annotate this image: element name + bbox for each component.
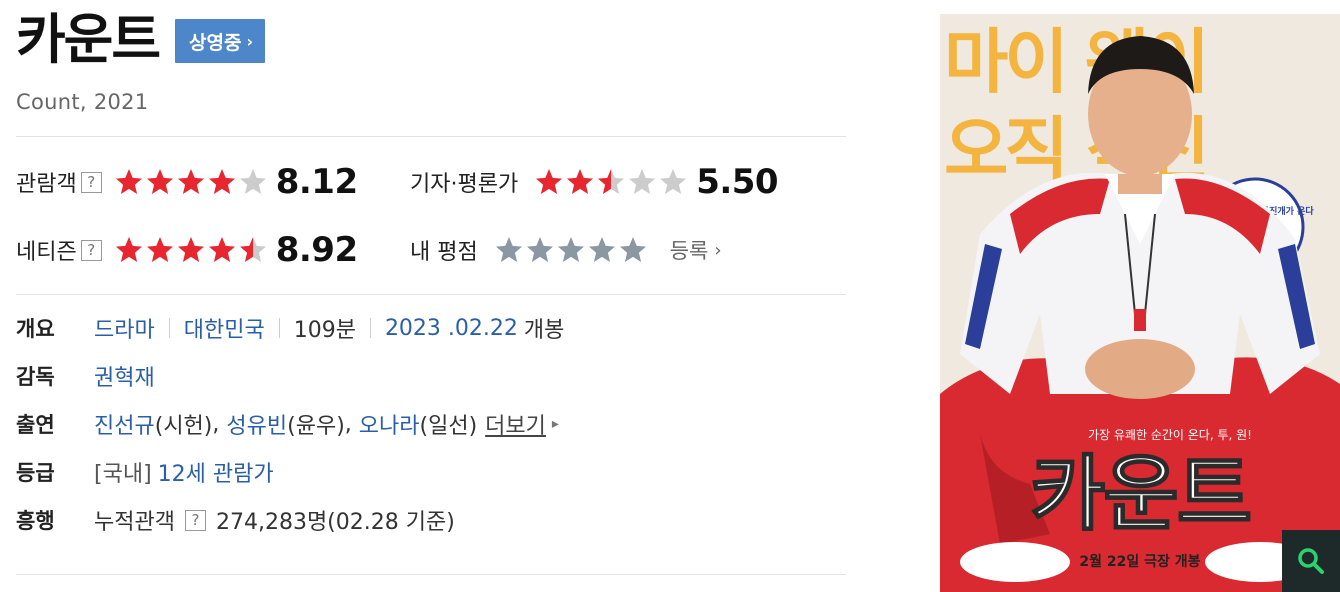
star-icon (208, 237, 235, 262)
rating-label: 기자·평론가 (410, 172, 519, 197)
release-date-link[interactable]: 2023 .02.22 (385, 316, 518, 341)
now-showing-button[interactable]: 상영중 › (175, 19, 266, 63)
star-icon (177, 169, 204, 194)
boxoffice-value: 274,283명(02.28 기준) (215, 510, 455, 535)
zoom-poster-button[interactable] (1282, 530, 1340, 592)
release-suffix: 개봉 (523, 318, 565, 343)
help-icon[interactable]: ? (80, 239, 102, 261)
comma: , (344, 411, 359, 437)
chevron-right-icon: › (246, 31, 254, 51)
comma: , (212, 411, 227, 437)
info-row-boxoffice: 흥행 누적관객 ? 274,283명(02.28 기준) (16, 502, 455, 538)
title-row: 카운트 상영중 › (16, 8, 266, 72)
info-row-cast: 출연 진선규 (시헌), 성유빈 (윤우), 오나라 (일선) 더보기 ▸ (16, 406, 559, 442)
grade-prefix: [국내] (94, 462, 152, 487)
help-icon[interactable]: ? (80, 171, 102, 193)
star-icon (146, 169, 173, 194)
info-key: 등급 (16, 461, 55, 485)
magnifier-icon (1298, 548, 1324, 574)
separator (369, 318, 371, 338)
star-icon[interactable] (556, 235, 586, 265)
runtime: 109분 (293, 318, 356, 343)
separator (278, 318, 280, 338)
actor-link[interactable]: 성유빈 (226, 408, 287, 440)
my-star-rating-input[interactable] (494, 235, 648, 265)
poster-tagline: 가장 유쾌한 순간이 온다, 투, 원! (1088, 428, 1252, 442)
poster-release: 2월 22일 극장 개봉 (1079, 553, 1200, 570)
star-icon[interactable] (494, 235, 524, 265)
rating-label: 관람객 (16, 172, 77, 197)
rating-netizen: 네티즌 ? 8.92 (16, 230, 358, 270)
rating-mine: 내 평점 등록 › (410, 230, 722, 270)
register-label: 등록 (669, 239, 709, 263)
info-row-grade: 등급 [국내] 12세 관람가 (16, 454, 274, 490)
star-icon (629, 169, 656, 194)
poster-artwork: 마이 웨이 오직 직진 2023년 짐받는 통진개가 온다 ★★★ (940, 14, 1340, 592)
boxoffice-label: 누적관객 (94, 510, 175, 535)
actor-link[interactable]: 진선규 (94, 408, 155, 440)
info-key: 감독 (16, 365, 55, 389)
star-icon (598, 169, 625, 194)
star-icon (177, 237, 204, 262)
star-rating (114, 235, 268, 265)
info-key: 개요 (16, 317, 55, 341)
star-icon (567, 169, 594, 194)
grade-link[interactable]: 12세 관람가 (158, 456, 274, 488)
movie-subtitle: Count, 2021 (16, 90, 149, 114)
star-icon (115, 169, 142, 194)
chevron-right-icon: › (714, 239, 722, 261)
divider (16, 294, 846, 295)
actor-role: (일선) (419, 414, 478, 439)
info-key: 출연 (16, 413, 55, 437)
actor-role: (윤우) (287, 414, 345, 439)
star-icon (536, 169, 563, 194)
star-icon (146, 237, 173, 262)
movie-title: 카운트 (16, 8, 161, 71)
caret-right-icon: ▸ (551, 416, 559, 432)
more-cast-link[interactable]: 더보기 (485, 408, 546, 440)
movie-info-panel: 카운트 상영중 › Count, 2021 관람객 ? 8.12 기자·평론가 … (0, 0, 860, 592)
star-icon (239, 169, 266, 194)
director-link[interactable]: 권혁재 (94, 360, 155, 392)
help-icon[interactable]: ? (184, 509, 206, 531)
info-row-director: 감독 권혁재 (16, 358, 155, 394)
divider (16, 574, 846, 575)
rating-score: 5.50 (696, 162, 779, 202)
star-rating (114, 167, 268, 197)
divider (16, 136, 846, 137)
genre-link[interactable]: 드라마 (94, 312, 155, 344)
now-showing-label: 상영중 (189, 31, 242, 54)
star-icon (208, 169, 235, 194)
rating-score: 8.92 (275, 230, 358, 270)
rating-label: 네티즌 (16, 240, 77, 265)
rating-audience: 관람객 ? 8.12 (16, 162, 358, 202)
star-icon[interactable] (587, 235, 617, 265)
info-key: 흥행 (16, 509, 55, 533)
rating-label: 내 평점 (410, 240, 478, 265)
actor-link[interactable]: 오나라 (359, 408, 420, 440)
rating-critics: 기자·평론가 5.50 (410, 162, 779, 202)
actor-role: (시헌) (154, 414, 213, 439)
star-icon[interactable] (618, 235, 648, 265)
star-rating (534, 167, 688, 197)
star-icon (115, 237, 142, 262)
separator (168, 318, 170, 338)
rating-score: 8.12 (275, 162, 358, 202)
info-row-overview: 개요 드라마 대한민국 109분 2023 .02.22 개봉 (16, 310, 564, 346)
star-icon (239, 237, 266, 262)
star-icon[interactable] (525, 235, 555, 265)
poster-title: 카운트 (1030, 447, 1250, 542)
country-link[interactable]: 대한민국 (184, 312, 265, 344)
star-icon (660, 169, 687, 194)
register-rating-link[interactable]: 등록 › (670, 235, 722, 265)
movie-poster[interactable]: 마이 웨이 오직 직진 2023년 짐받는 통진개가 온다 ★★★ (940, 14, 1340, 592)
